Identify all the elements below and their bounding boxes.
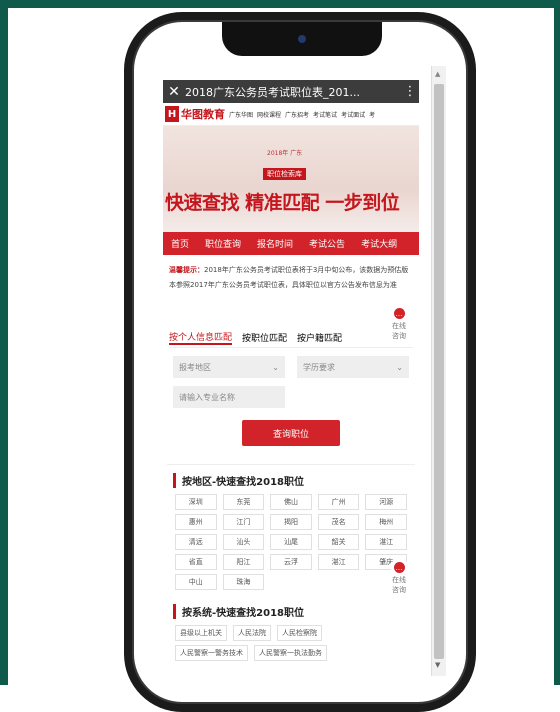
chevron-down-icon: ⌄ xyxy=(396,362,403,372)
city-link[interactable]: 清远 xyxy=(175,534,217,550)
nav-item-position-query[interactable]: 职位查询 xyxy=(197,237,249,250)
top-link[interactable]: 考 xyxy=(369,110,375,119)
city-link[interactable]: 广州 xyxy=(317,494,360,510)
city-link[interactable]: 江门 xyxy=(222,514,265,530)
consult-label: 在线咨询 xyxy=(392,576,406,594)
notice-text: 2018年广东公务员考试职位表将于3月中旬公布，该数据为预估版本参照2017年广… xyxy=(169,266,409,289)
online-consult-button[interactable]: … 在线咨询 xyxy=(391,308,407,341)
system-row: 县级以上机关 人民法院 人民检察院 xyxy=(167,625,415,641)
region-select[interactable]: 报考地区 ⌄ xyxy=(173,356,285,378)
city-link[interactable]: 湛江 xyxy=(365,534,407,550)
consult-label: 在线咨询 xyxy=(392,322,406,340)
scrollbar[interactable]: ▲ ▼ xyxy=(431,66,446,676)
page-title: 2018广东公务员考试职位表_201... xyxy=(185,85,360,99)
system-link[interactable]: 县级以上机关 xyxy=(175,625,227,641)
city-link[interactable]: 揭阳 xyxy=(270,514,312,530)
scrollbar-thumb[interactable] xyxy=(434,84,444,659)
hero-banner: 2018年 广东 职位检索库 快速查找 精准匹配 一步到位 xyxy=(163,126,419,232)
scroll-up-icon[interactable]: ▲ xyxy=(435,70,440,78)
city-link[interactable]: 惠州 xyxy=(175,514,217,530)
city-link[interactable]: 河源 xyxy=(365,494,407,510)
major-input[interactable]: 请输入专业名称 xyxy=(173,386,285,408)
banner-slogan: 快速查找 精准匹配 一步到位 xyxy=(165,192,400,214)
system-section: 按系统-快速查找2018职位 县级以上机关 人民法院 人民检察院 人民警察一警务… xyxy=(167,598,415,661)
banner-small-text: 2018年 广东 xyxy=(267,150,303,157)
city-link[interactable]: 汕尾 xyxy=(270,534,312,550)
site-header: H 华图教育 广东华图 网校课程 广东招考 考试笔试 考试面试 考 xyxy=(163,103,419,126)
city-link[interactable]: 阳江 xyxy=(222,554,265,570)
city-grid: 深圳 东莞 佛山 广州 河源 惠州 江门 揭阳 茂名 梅州 清远 汕头 汕尾 韶… xyxy=(167,494,415,590)
system-link[interactable]: 人民检察院 xyxy=(277,625,322,641)
phone-notch xyxy=(222,22,382,56)
city-link[interactable]: 云浮 xyxy=(270,554,312,570)
system-row: 人民警察一警务技术 人民警察一执法勤务 xyxy=(167,645,415,661)
region-select-value: 报考地区 xyxy=(179,362,211,372)
system-link[interactable]: 人民法院 xyxy=(233,625,271,641)
nav-item-syllabus[interactable]: 考试大纲 xyxy=(353,237,405,250)
phone-screen: ✕ 2018广东公务员考试职位表_201... ⋮ H 华图教育 广东华图 网校… xyxy=(163,80,419,685)
scroll-down-icon[interactable]: ▼ xyxy=(435,661,440,669)
city-link[interactable]: 东莞 xyxy=(222,494,265,510)
notice-label: 温馨提示： xyxy=(169,266,204,274)
system-link[interactable]: 人民警察一警务技术 xyxy=(175,645,248,661)
region-section: 按地区-快速查找2018职位 深圳 东莞 佛山 广州 河源 惠州 江门 揭阳 茂… xyxy=(167,464,415,590)
city-link[interactable]: 茂名 xyxy=(317,514,360,530)
city-link[interactable]: 梅州 xyxy=(365,514,407,530)
chat-bubble-icon: … xyxy=(393,308,405,319)
city-link[interactable]: 珠海 xyxy=(222,574,265,590)
query-button[interactable]: 查询职位 xyxy=(242,420,340,446)
filter-row: 报考地区 ⌄ 学历要求 ⌄ xyxy=(163,348,419,378)
tab-position[interactable]: 按职位匹配 xyxy=(242,331,287,344)
top-link[interactable]: 考试面试 xyxy=(341,110,365,119)
top-link[interactable]: 网校课程 xyxy=(257,110,281,119)
logo-icon[interactable]: H xyxy=(165,106,179,122)
system-section-title: 按系统-快速查找2018职位 xyxy=(173,604,409,619)
city-link[interactable]: 佛山 xyxy=(270,494,312,510)
education-select[interactable]: 学历要求 ⌄ xyxy=(297,356,409,378)
browser-topbar: ✕ 2018广东公务员考试职位表_201... ⋮ xyxy=(163,80,419,103)
banner-badge: 职位检索库 xyxy=(263,168,306,180)
online-consult-button[interactable]: … 在线咨询 xyxy=(391,562,407,595)
background-stripe-left xyxy=(0,0,8,685)
education-select-value: 学历要求 xyxy=(303,362,335,372)
search-tabs: 按个人信息匹配 按职位匹配 按户籍匹配 xyxy=(163,327,419,347)
notice-box: 温馨提示：2018年广东公务员考试职位表将于3月中旬公布，该数据为预估版本参照2… xyxy=(163,255,419,317)
top-link[interactable]: 广东招考 xyxy=(285,110,309,119)
city-link[interactable]: 韶关 xyxy=(317,534,360,550)
top-link[interactable]: 考试笔试 xyxy=(313,110,337,119)
background-stripe-right xyxy=(554,0,560,685)
city-link[interactable]: 中山 xyxy=(175,574,217,590)
chat-bubble-icon: … xyxy=(393,562,405,573)
top-links: 广东华图 网校课程 广东招考 考试笔试 考试面试 考 xyxy=(229,110,375,119)
camera-icon xyxy=(298,35,306,43)
background-stripe-top xyxy=(0,0,560,8)
close-icon[interactable]: ✕ xyxy=(163,84,185,100)
chevron-down-icon: ⌄ xyxy=(272,362,279,372)
main-nav: 首页 职位查询 报名时间 考试公告 考试大纲 xyxy=(163,232,419,255)
nav-item-registration[interactable]: 报名时间 xyxy=(249,237,301,250)
nav-item-home[interactable]: 首页 xyxy=(163,237,197,250)
major-input-placeholder: 请输入专业名称 xyxy=(179,392,235,402)
city-link[interactable]: 深圳 xyxy=(175,494,217,510)
city-link[interactable]: 湛江 xyxy=(317,554,360,570)
region-section-title: 按地区-快速查找2018职位 xyxy=(173,473,409,488)
nav-item-announcement[interactable]: 考试公告 xyxy=(301,237,353,250)
tab-personal-info[interactable]: 按个人信息匹配 xyxy=(169,330,233,345)
tab-household[interactable]: 按户籍匹配 xyxy=(297,331,342,344)
city-link[interactable]: 省直 xyxy=(175,554,217,570)
system-link[interactable]: 人民警察一执法勤务 xyxy=(254,645,327,661)
more-vertical-icon[interactable]: ⋮ xyxy=(401,84,419,99)
logo-text[interactable]: 华图教育 xyxy=(181,106,225,122)
city-link[interactable]: 汕头 xyxy=(222,534,265,550)
top-link[interactable]: 广东华图 xyxy=(229,110,253,119)
